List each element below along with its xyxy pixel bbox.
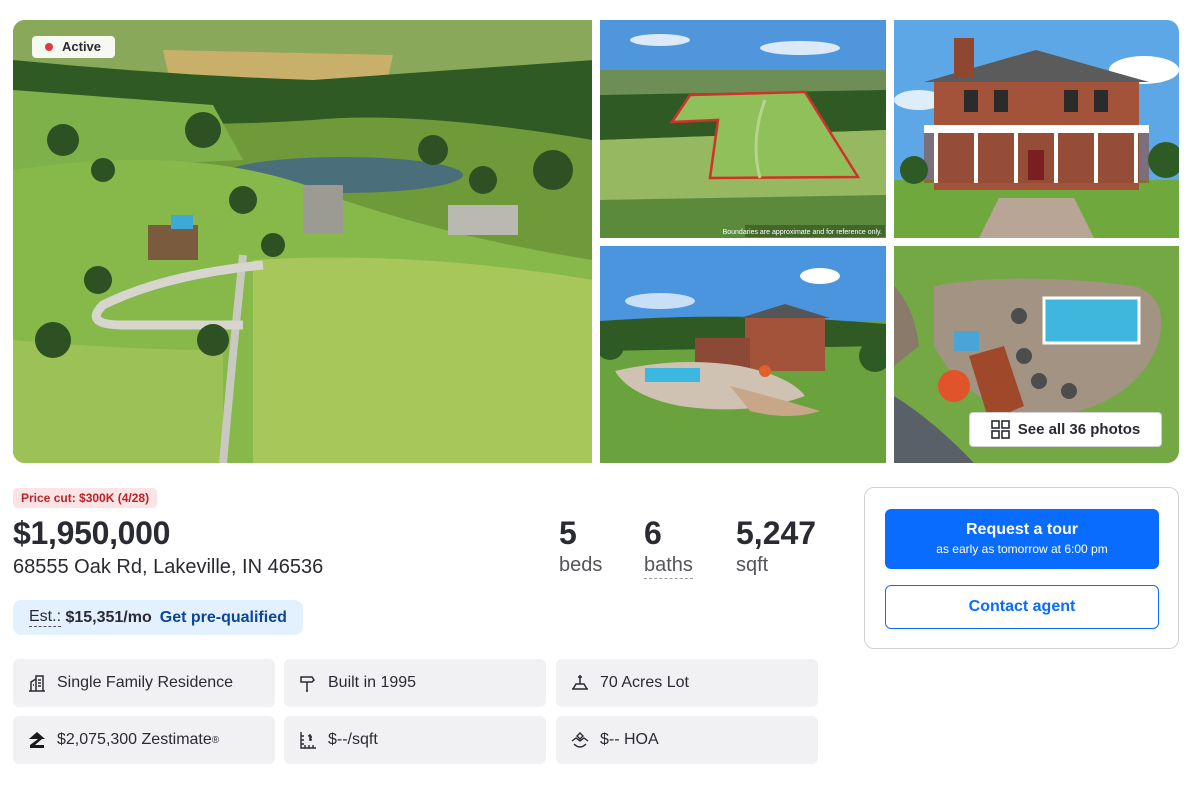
building-icon	[29, 675, 45, 692]
year-built-text: Built in 1995	[328, 674, 417, 691]
main-photo[interactable]	[13, 20, 592, 463]
sqft-label: sqft	[736, 554, 769, 576]
price-per-sqft-text: $--/sqft	[328, 731, 378, 748]
photo-caption: Boundaries are approximate and for refer…	[723, 229, 882, 236]
year-built-fact: Built in 1995	[284, 659, 546, 707]
red-dot-icon	[45, 43, 53, 51]
baths-stat[interactable]: 6 baths	[644, 515, 693, 579]
tour-subtitle: as early as tomorrow at 6:00 pm	[936, 542, 1108, 556]
home-type-fact: Single Family Residence	[13, 659, 275, 707]
home-type-text: Single Family Residence	[57, 674, 234, 691]
see-all-photos-label: See all 36 photos	[1017, 421, 1141, 438]
registered-mark: ®	[211, 734, 220, 746]
zestimate-text: $2,075,300 Zestimate	[57, 731, 212, 748]
sqft-value: 5,247	[736, 515, 817, 551]
house-front-photo[interactable]	[894, 20, 1179, 238]
beds-stat: 5 beds	[559, 515, 602, 577]
estimate-amount: $15,351/mo	[65, 608, 152, 626]
zillow-logo-icon	[29, 732, 45, 748]
aerial-boundary-photo[interactable]: Boundaries are approximate and for refer…	[600, 20, 886, 238]
hoa-text: $-- HOA	[600, 731, 659, 748]
estimate-label[interactable]: Est.:	[29, 608, 62, 627]
status-badge: Active	[32, 36, 116, 58]
monthly-estimate: Est.: $15,351/mo Get pre-qualified	[13, 600, 303, 635]
price-per-sqft-fact: $--/sqft	[284, 716, 546, 764]
tour-title: Request a tour	[965, 521, 1078, 538]
hands-icon	[571, 732, 589, 748]
lot-size-text: 70 Acres Lot	[600, 674, 689, 691]
hoa-fact: $-- HOA	[556, 716, 818, 764]
beds-value: 5	[559, 515, 577, 551]
request-tour-button[interactable]: Request a tour as early as tomorrow at 6…	[885, 509, 1159, 569]
listing-address: 68555 Oak Rd, Lakeville, IN 46536	[13, 556, 324, 578]
lot-size-fact: 70 Acres Lot	[556, 659, 818, 707]
ruler-icon	[300, 732, 316, 749]
status-label: Active	[62, 39, 102, 54]
see-all-photos-button[interactable]: See all 36 photos	[969, 412, 1162, 447]
listing-price: $1,950,000	[13, 515, 171, 551]
baths-label[interactable]: baths	[644, 554, 693, 579]
grid-icon	[990, 420, 1010, 439]
estate-aerial-photo[interactable]	[600, 246, 886, 463]
contact-card: Request a tour as early as tomorrow at 6…	[864, 487, 1179, 649]
lot-icon	[572, 675, 588, 690]
get-prequalified-link[interactable]: Get pre-qualified	[160, 609, 287, 627]
contact-agent-button[interactable]: Contact agent	[885, 585, 1159, 629]
hammer-icon	[300, 676, 315, 692]
price-cut-badge: Price cut: $300K (4/28)	[13, 488, 158, 508]
beds-label: beds	[559, 554, 603, 576]
baths-value: 6	[644, 515, 662, 551]
sqft-stat: 5,247 sqft	[736, 515, 816, 577]
zestimate-fact[interactable]: $2,075,300 Zestimate ®	[13, 716, 275, 764]
